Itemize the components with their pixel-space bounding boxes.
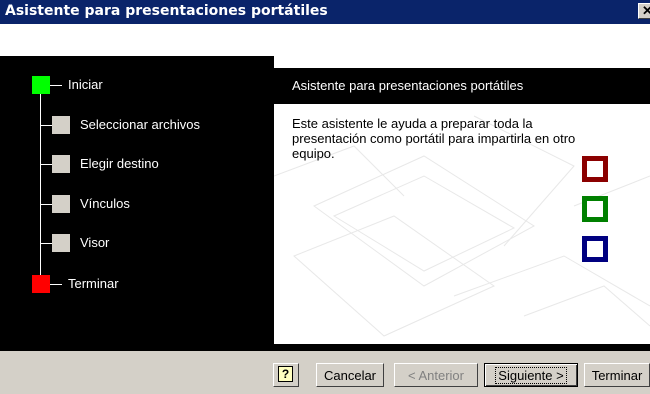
content-panel: Asistente para presentaciones portátiles… xyxy=(274,56,650,344)
red-square-icon xyxy=(582,156,608,182)
step-terminar[interactable]: Terminar xyxy=(68,276,119,291)
step-seleccionar-archivos[interactable]: Seleccionar archivos xyxy=(80,117,200,132)
window-title: Asistente para presentaciones portátiles xyxy=(5,3,328,19)
step-vinculos[interactable]: Vínculos xyxy=(80,196,130,211)
next-label: Siguiente > xyxy=(495,366,567,384)
wizard-steps: Iniciar Seleccionar archivos Elegir dest… xyxy=(0,56,274,344)
step-marker-start-icon xyxy=(32,76,50,94)
step-elegir-destino[interactable]: Elegir destino xyxy=(80,156,159,171)
back-button[interactable]: < Anterior xyxy=(394,363,478,387)
step-marker-icon xyxy=(52,234,70,252)
top-strip xyxy=(0,24,650,56)
help-icon: ? xyxy=(278,366,293,382)
cancel-label: Cancelar xyxy=(323,367,377,383)
green-square-icon xyxy=(582,196,608,222)
back-label: < Anterior xyxy=(407,367,464,383)
blue-square-icon xyxy=(582,236,608,262)
title-bar: Asistente para presentaciones portátiles… xyxy=(0,0,650,24)
close-icon: ✕ xyxy=(642,3,650,18)
step-visor[interactable]: Visor xyxy=(80,235,109,250)
finish-label: Terminar xyxy=(591,367,643,383)
close-button[interactable]: ✕ xyxy=(638,3,650,19)
panel-description: Este asistente le ayuda a preparar toda … xyxy=(292,116,576,161)
panel-heading: Asistente para presentaciones portátiles xyxy=(292,78,524,93)
step-marker-icon xyxy=(52,116,70,134)
button-bar: ? Cancelar < Anterior Siguiente > Termin… xyxy=(0,351,650,394)
panel-header: Asistente para presentaciones portátiles xyxy=(274,68,650,104)
next-button[interactable]: Siguiente > xyxy=(484,363,578,387)
step-marker-end-icon xyxy=(32,275,50,293)
step-marker-icon xyxy=(52,155,70,173)
help-button[interactable]: ? xyxy=(273,363,299,387)
cancel-button[interactable]: Cancelar xyxy=(316,363,384,387)
steps-connector xyxy=(40,84,41,284)
finish-button[interactable]: Terminar xyxy=(584,363,650,387)
step-marker-icon xyxy=(52,195,70,213)
step-iniciar[interactable]: Iniciar xyxy=(68,77,103,92)
